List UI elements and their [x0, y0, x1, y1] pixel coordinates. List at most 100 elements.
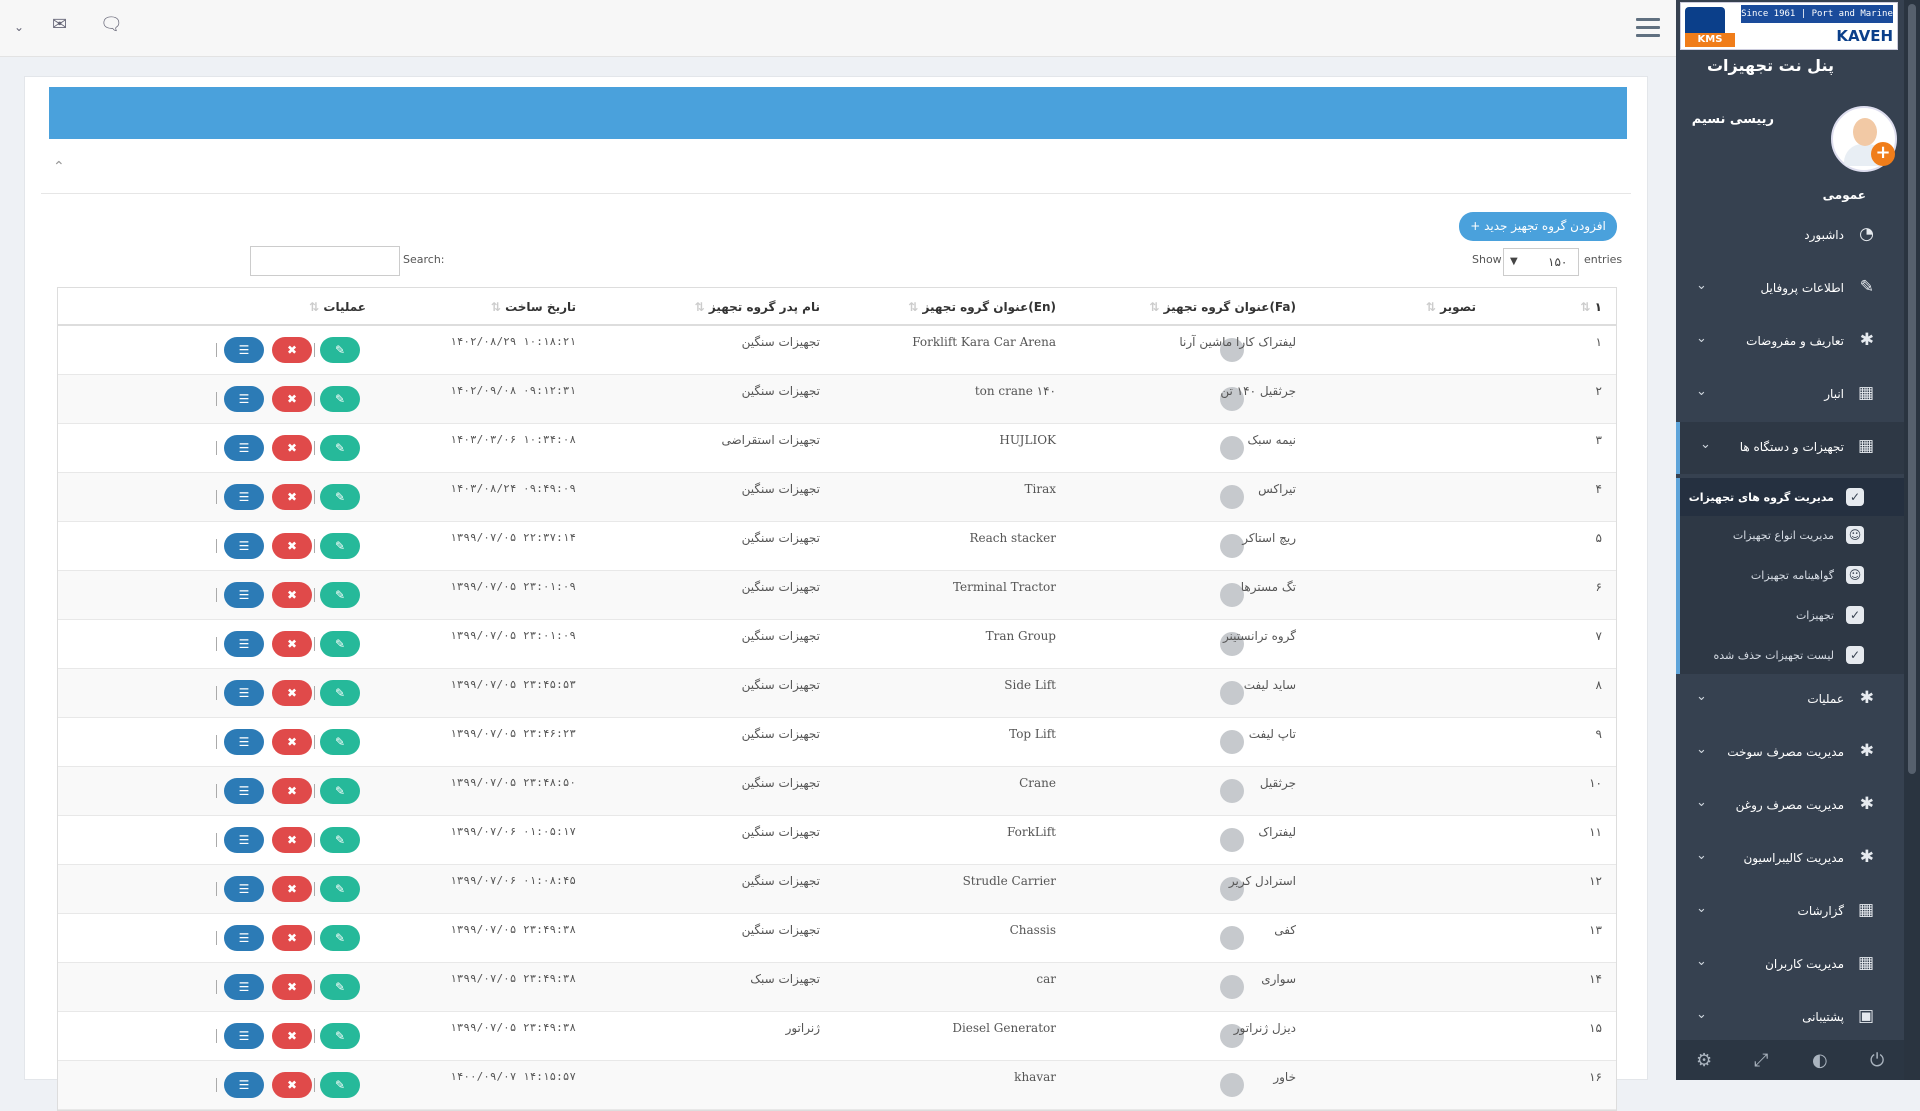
header-title-fa[interactable]: ⇅ عنوان گروه تجهیز(Fa): [1149, 300, 1296, 314]
delete-button[interactable]: ✖: [272, 827, 312, 853]
divider: [216, 539, 217, 553]
menu-support[interactable]: ⌄ ▣ پشتیبانی: [1676, 992, 1904, 1044]
fullscreen-icon[interactable]: ⤢: [1754, 1050, 1768, 1071]
entries-value: ۱۵۰: [1548, 255, 1568, 269]
created-date: ۱۴۰۳/۰۸/۲۴ ۰۹:۴۹:۰۹: [450, 482, 576, 495]
title-en: Diesel Generator: [952, 1021, 1056, 1035]
eye-slash-icon[interactable]: ◐: [1812, 1050, 1828, 1071]
add-equipment-group-button[interactable]: + افزودن گروه تجهیز جدید: [1459, 212, 1617, 241]
page-scrollbar[interactable]: [1904, 0, 1920, 1080]
edit-button[interactable]: ✎: [320, 386, 360, 412]
power-icon[interactable]: ⏻: [1870, 1050, 1884, 1071]
edit-button[interactable]: ✎: [320, 876, 360, 902]
mail-icon[interactable]: ✉: [52, 14, 67, 35]
delete-button[interactable]: ✖: [272, 680, 312, 706]
delete-button[interactable]: ✖: [272, 778, 312, 804]
menu-equipment[interactable]: ⌄ ▦ تجهیزات و دستگاه ها: [1676, 422, 1904, 474]
list-button[interactable]: ☰: [224, 1023, 264, 1049]
header-ops[interactable]: ⇅ عملیات: [309, 300, 366, 314]
header-image[interactable]: ⇅ تصویر: [1426, 300, 1476, 314]
menu-users[interactable]: ⌄ ▦ مدیریت کاربران: [1676, 939, 1904, 991]
list-button[interactable]: ☰: [224, 876, 264, 902]
menu-dashboard[interactable]: ◔ داشبورد: [1676, 210, 1904, 262]
delete-button[interactable]: ✖: [272, 533, 312, 559]
divider: [314, 588, 315, 602]
list-button[interactable]: ☰: [224, 729, 264, 755]
header-parent[interactable]: ⇅ نام پدر گروه تجهیز: [695, 300, 820, 314]
dashboard-icon: ◔: [1859, 224, 1874, 244]
delete-button[interactable]: ✖: [272, 1023, 312, 1049]
list-button[interactable]: ☰: [224, 1072, 264, 1098]
submenu-equipment[interactable]: ✓ تجهیزات: [1680, 596, 1904, 634]
settings-icon[interactable]: ⚙: [1696, 1050, 1712, 1071]
avatar[interactable]: +: [1831, 106, 1897, 172]
edit-button[interactable]: ✎: [320, 680, 360, 706]
menu-fuel[interactable]: ⌄ ✱ مدیریت مصرف سوخت: [1676, 727, 1904, 779]
chat-icon[interactable]: 🗨: [100, 14, 123, 35]
list-button[interactable]: ☰: [224, 631, 264, 657]
title-en: Tirax: [1024, 482, 1057, 496]
divider: [216, 343, 217, 357]
delete-button[interactable]: ✖: [272, 631, 312, 657]
delete-button[interactable]: ✖: [272, 386, 312, 412]
entries-select[interactable]: ▼ ۱۵۰: [1503, 248, 1579, 276]
delete-button[interactable]: ✖: [272, 876, 312, 902]
edit-button[interactable]: ✎: [320, 729, 360, 755]
title-fa: لیفتراک کارا ماشین آرنا: [1179, 335, 1296, 349]
edit-button[interactable]: ✎: [320, 582, 360, 608]
edit-button[interactable]: ✎: [320, 974, 360, 1000]
delete-button[interactable]: ✖: [272, 925, 312, 951]
submenu-certificates[interactable]: ☺ گواهینامه تجهیزات: [1680, 556, 1904, 594]
divider: [314, 735, 315, 749]
chevron-up-icon[interactable]: ⌃: [53, 159, 65, 175]
list-button[interactable]: ☰: [224, 778, 264, 804]
list-button[interactable]: ☰: [224, 386, 264, 412]
edit-button[interactable]: ✎: [320, 925, 360, 951]
menu-operations[interactable]: ⌄ ✱ عملیات: [1676, 674, 1904, 726]
header-num[interactable]: ⇅ ۱: [1580, 300, 1602, 314]
edit-button[interactable]: ✎: [320, 1023, 360, 1049]
submenu-equipment-types[interactable]: ☺ مدیریت انواع تجهیزات: [1680, 516, 1904, 554]
edit-button[interactable]: ✎: [320, 533, 360, 559]
list-button[interactable]: ☰: [224, 974, 264, 1000]
chevron-down-icon[interactable]: ⌄: [14, 20, 24, 34]
menu-profile[interactable]: ⌄ ✎ اطلاعات پروفایل: [1676, 263, 1904, 315]
list-button[interactable]: ☰: [224, 827, 264, 853]
title-fa: تگ مسترها: [1240, 580, 1296, 594]
submenu-equipment-groups[interactable]: ✓ مدیریت گروه های تجهیزات: [1680, 478, 1904, 516]
list-button[interactable]: ☰: [224, 533, 264, 559]
bug-icon: ✱: [1859, 794, 1874, 814]
header-date[interactable]: ⇅ تاریخ ساخت: [491, 300, 576, 314]
edit-button[interactable]: ✎: [320, 631, 360, 657]
header-title-en[interactable]: ⇅ عنوان گروه تجهیز(En): [908, 300, 1056, 314]
list-button[interactable]: ☰: [224, 582, 264, 608]
menu-reports[interactable]: ⌄ ▦ گزارشات: [1676, 886, 1904, 938]
list-button[interactable]: ☰: [224, 435, 264, 461]
sidebar-footer: ⚙ ⤢ ◐ ⏻: [1676, 1040, 1904, 1080]
edit-button[interactable]: ✎: [320, 484, 360, 510]
delete-button[interactable]: ✖: [272, 337, 312, 363]
delete-button[interactable]: ✖: [272, 582, 312, 608]
delete-button[interactable]: ✖: [272, 484, 312, 510]
hamburger-menu-icon[interactable]: [1636, 18, 1660, 42]
list-button[interactable]: ☰: [224, 925, 264, 951]
edit-button[interactable]: ✎: [320, 827, 360, 853]
search-input[interactable]: [250, 246, 400, 276]
menu-oil[interactable]: ⌄ ✱ مدیریت مصرف روغن: [1676, 780, 1904, 832]
menu-calibration[interactable]: ⌄ ✱ مدیریت کالیبراسیون: [1676, 833, 1904, 885]
list-button[interactable]: ☰: [224, 680, 264, 706]
list-button[interactable]: ☰: [224, 484, 264, 510]
delete-button[interactable]: ✖: [272, 1072, 312, 1098]
edit-button[interactable]: ✎: [320, 778, 360, 804]
delete-button[interactable]: ✖: [272, 729, 312, 755]
delete-button[interactable]: ✖: [272, 435, 312, 461]
divider: [216, 784, 217, 798]
submenu-deleted[interactable]: ✓ لیست تجهیزات حذف شده: [1680, 636, 1904, 674]
edit-button[interactable]: ✎: [320, 435, 360, 461]
menu-definitions[interactable]: ⌄ ✱ تعاریف و مفروضات: [1676, 316, 1904, 368]
edit-button[interactable]: ✎: [320, 1072, 360, 1098]
edit-button[interactable]: ✎: [320, 337, 360, 363]
menu-warehouse[interactable]: ⌄ ▦ انبار: [1676, 369, 1904, 421]
list-button[interactable]: ☰: [224, 337, 264, 363]
delete-button[interactable]: ✖: [272, 974, 312, 1000]
